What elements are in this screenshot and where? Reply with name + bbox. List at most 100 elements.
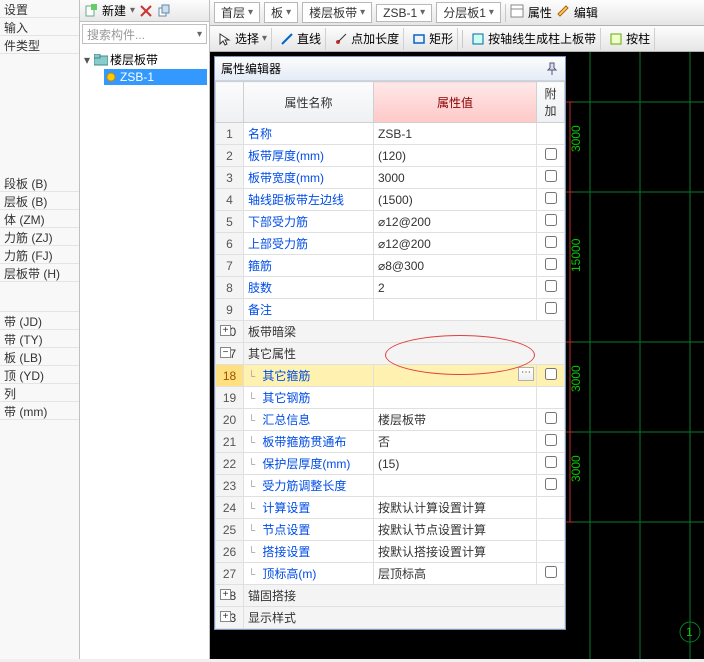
collapse-icon[interactable]: −	[220, 347, 231, 358]
left-header-settings[interactable]: 设置	[0, 0, 79, 18]
delete-icon[interactable]	[139, 4, 153, 18]
left-item[interactable]: 层板 (B)	[0, 192, 79, 210]
left-item[interactable]: 力筋 (ZJ)	[0, 228, 79, 246]
left-item[interactable]: 列	[0, 384, 79, 402]
prop-value[interactable]: 按默认节点设置计算	[374, 519, 537, 541]
property-row[interactable]: 20 └ 汇总信息 楼层板带	[216, 409, 565, 431]
prop-value[interactable]: 按默认搭接设置计算	[374, 541, 537, 563]
property-row[interactable]: 5 下部受力筋 ⌀12@200	[216, 211, 565, 233]
expand-icon[interactable]: +	[220, 325, 231, 336]
prop-extra[interactable]	[537, 167, 565, 189]
property-row[interactable]: 24 └ 计算设置 按默认计算设置计算	[216, 497, 565, 519]
rect-tool[interactable]: 矩形	[408, 28, 458, 50]
expand-icon[interactable]: +	[220, 611, 231, 622]
extra-checkbox[interactable]	[545, 302, 557, 314]
extra-checkbox[interactable]	[545, 170, 557, 182]
property-editor-titlebar[interactable]: 属性编辑器	[215, 57, 565, 81]
property-row[interactable]: 6 上部受力筋 ⌀12@200	[216, 233, 565, 255]
property-row[interactable]: 9 备注	[216, 299, 565, 321]
pointlen-tool[interactable]: 点加长度	[330, 28, 404, 50]
prop-value[interactable]: ⋯	[374, 365, 537, 387]
group-row[interactable]: +43 显示样式	[216, 607, 565, 629]
prop-extra[interactable]	[537, 475, 565, 497]
prop-value[interactable]: ⌀8@300	[374, 255, 537, 277]
axis-gen-tool[interactable]: 按轴线生成柱上板带	[467, 28, 601, 50]
prop-value[interactable]	[374, 387, 537, 409]
select-tool[interactable]: 选择▾	[214, 28, 272, 50]
extra-checkbox[interactable]	[545, 566, 557, 578]
prop-extra[interactable]	[537, 255, 565, 277]
prop-extra[interactable]	[537, 409, 565, 431]
extra-checkbox[interactable]	[545, 192, 557, 204]
pin-icon[interactable]	[545, 62, 559, 76]
property-row[interactable]: 25 └ 节点设置 按默认节点设置计算	[216, 519, 565, 541]
prop-extra[interactable]	[537, 123, 565, 145]
copy-icon[interactable]	[157, 4, 171, 18]
prop-extra[interactable]	[537, 387, 565, 409]
prop-extra[interactable]	[537, 145, 565, 167]
left-item[interactable]: 板 (LB)	[0, 348, 79, 366]
edit-icon[interactable]	[556, 4, 570, 21]
layer-selector[interactable]: 分层板1▾	[436, 2, 501, 23]
prop-value[interactable]	[374, 299, 537, 321]
properties-icon[interactable]	[510, 4, 524, 21]
type-selector[interactable]: 楼层板带▾	[302, 2, 372, 23]
extra-checkbox[interactable]	[545, 412, 557, 424]
extra-checkbox[interactable]	[545, 368, 557, 380]
prop-value[interactable]: 2	[374, 277, 537, 299]
ellipsis-button[interactable]: ⋯	[518, 367, 534, 381]
dropdown-icon[interactable]: ▾	[130, 5, 135, 16]
prop-extra[interactable]	[537, 431, 565, 453]
prop-extra[interactable]	[537, 211, 565, 233]
prop-extra[interactable]	[537, 519, 565, 541]
prop-extra[interactable]	[537, 189, 565, 211]
edit-button[interactable]: 编辑	[574, 4, 598, 21]
prop-value[interactable]: 楼层板带	[374, 409, 537, 431]
properties-button[interactable]: 属性	[528, 4, 552, 21]
prop-extra[interactable]	[537, 453, 565, 475]
left-item[interactable]: 体 (ZM)	[0, 210, 79, 228]
search-input[interactable]: 搜索构件... ▾	[82, 24, 207, 44]
property-row[interactable]: 27 └ 顶标高(m) 层顶标高	[216, 563, 565, 585]
left-item[interactable]: 带 (mm)	[0, 402, 79, 420]
prop-value[interactable]	[374, 475, 537, 497]
left-header-input[interactable]: 输入	[0, 18, 79, 36]
prop-value[interactable]: 3000	[374, 167, 537, 189]
new-icon[interactable]	[84, 4, 98, 18]
prop-value[interactable]: 否	[374, 431, 537, 453]
property-row[interactable]: 22 └ 保护层厚度(mm) (15)	[216, 453, 565, 475]
line-tool[interactable]: 直线	[276, 28, 326, 50]
prop-extra[interactable]	[537, 299, 565, 321]
prop-extra[interactable]	[537, 277, 565, 299]
prop-extra[interactable]	[537, 497, 565, 519]
new-button-label[interactable]: 新建	[102, 2, 126, 19]
expand-icon[interactable]: +	[220, 589, 231, 600]
group-row[interactable]: +10 板带暗梁	[216, 321, 565, 343]
prop-value[interactable]: (120)	[374, 145, 537, 167]
property-row[interactable]: 4 轴线距板带左边线 (1500)	[216, 189, 565, 211]
group-row[interactable]: −17 其它属性	[216, 343, 565, 365]
prop-value[interactable]: ZSB-1	[374, 123, 537, 145]
property-row[interactable]: 1 名称 ZSB-1	[216, 123, 565, 145]
prop-extra[interactable]	[537, 563, 565, 585]
extra-checkbox[interactable]	[545, 478, 557, 490]
prop-value[interactable]: ⌀12@200	[374, 211, 537, 233]
prop-extra[interactable]	[537, 233, 565, 255]
search-dropdown-icon[interactable]: ▾	[197, 29, 202, 40]
prop-value[interactable]: (15)	[374, 453, 537, 475]
property-row[interactable]: 21 └ 板带箍筋贯通布 否	[216, 431, 565, 453]
property-row[interactable]: 23 └ 受力筋调整长度	[216, 475, 565, 497]
extra-checkbox[interactable]	[545, 148, 557, 160]
property-row[interactable]: 7 箍筋 ⌀8@300	[216, 255, 565, 277]
prop-value[interactable]: 层顶标高	[374, 563, 537, 585]
extra-checkbox[interactable]	[545, 258, 557, 270]
property-row[interactable]: 2 板带厚度(mm) (120)	[216, 145, 565, 167]
prop-value[interactable]: ⌀12@200	[374, 233, 537, 255]
left-item[interactable]: 顶 (YD)	[0, 366, 79, 384]
tree-root[interactable]: ▾ 楼层板带	[82, 50, 207, 69]
left-item[interactable]: 力筋 (FJ)	[0, 246, 79, 264]
extra-checkbox[interactable]	[545, 434, 557, 446]
group-row[interactable]: +28 锚固搭接	[216, 585, 565, 607]
prop-extra[interactable]	[537, 365, 565, 387]
extra-checkbox[interactable]	[545, 280, 557, 292]
